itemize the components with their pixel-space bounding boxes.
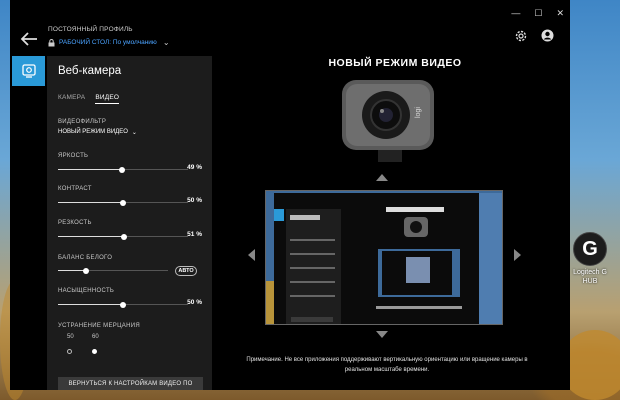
svg-text:logi: logi [415,107,422,118]
contrast-slider[interactable] [58,199,188,206]
slider-thumb[interactable] [121,233,128,240]
flicker-option-60-label: 60 [92,334,99,340]
rotate-right-arrow-icon[interactable] [514,249,521,261]
gear-icon[interactable] [514,29,528,43]
contrast-label: КОНТРАСТ [58,186,92,192]
rotate-down-arrow-icon[interactable] [376,331,388,338]
rail-item-webcam[interactable] [12,56,45,86]
white-balance-slider[interactable] [58,267,168,274]
left-rail [10,56,47,390]
window-controls: — ☐ ✕ [511,8,564,19]
tab-camera[interactable]: КАМЕРА [58,94,85,104]
brightness-label: ЯРКОСТЬ [58,153,89,159]
app-window: ПОСТОЯННЫЙ ПРОФИЛЬ РАБОЧИЙ СТОЛ: По умол… [10,0,570,390]
video-filter-value: НОВЫЙ РЕЖИМ ВИДЕО [58,129,128,135]
rotate-left-arrow-icon[interactable] [248,249,255,261]
tab-video[interactable]: ВИДЕО [95,94,120,104]
chevron-down-icon: ⌄ [162,38,170,47]
user-icon[interactable] [541,29,554,42]
ghub-logo-icon: G [573,232,607,266]
minimize-button[interactable]: — [511,8,520,19]
camera-preview [265,190,503,325]
video-filter-label: ВИДЕОФИЛЬТР [58,119,107,125]
profile-title: ПОСТОЯННЫЙ ПРОФИЛЬ [48,26,133,33]
flicker-label: УСТРАНЕНИЕ МЕРЦАНИЯ [58,323,140,329]
flicker-option-50-label: 50 [67,334,74,340]
reset-video-settings-button[interactable]: ВЕРНУТЬСЯ К НАСТРОЙКАМ ВИДЕО ПО [58,377,203,390]
sharpness-slider[interactable] [58,233,188,240]
profile-selector[interactable]: РАБОЧИЙ СТОЛ: По умолчанию ⌄ [48,38,170,47]
settings-panel: Веб-камера КАМЕРА ВИДЕО ВИДЕОФИЛЬТР НОВЫ… [47,56,212,390]
tab-bar: КАМЕРА ВИДЕО [58,94,120,104]
flicker-radio-50[interactable] [67,349,72,354]
maximize-button[interactable]: ☐ [534,8,542,19]
flicker-radio-60[interactable] [92,349,97,354]
slider-thumb[interactable] [120,301,126,308]
desktop-icon-label: Logitech G HUB [573,269,607,285]
webcam-image: logi [342,80,434,162]
contrast-value: 50 % [187,197,202,204]
slider-thumb[interactable] [82,267,89,274]
sharpness-value: 51 % [187,231,202,238]
chevron-down-icon: ⌄ [131,130,137,136]
video-filter-dropdown[interactable]: НОВЫЙ РЕЖИМ ВИДЕО ⌄ [58,129,137,136]
rotate-up-arrow-icon[interactable] [376,174,388,181]
slider-thumb[interactable] [120,199,126,206]
auto-white-balance-toggle[interactable]: АВТО [175,266,197,276]
title-bar: ПОСТОЯННЫЙ ПРОФИЛЬ РАБОЧИЙ СТОЛ: По умол… [10,0,570,56]
close-button[interactable]: ✕ [556,8,564,19]
saturation-value: 50 % [187,299,202,306]
brightness-value: 49 % [187,164,202,171]
orientation-note: Примечание. Не все приложения поддержива… [246,357,528,373]
profile-name: РАБОЧИЙ СТОЛ: По умолчанию [59,39,157,46]
desktop-icon-ghub[interactable]: G Logitech G HUB [572,232,608,286]
panel-title: Веб-камера [58,65,122,77]
preview-feed-image [266,191,502,324]
sharpness-label: РЕЗКОСТЬ [58,220,92,226]
brightness-slider[interactable] [58,166,188,173]
saturation-slider[interactable] [58,301,188,308]
saturation-label: НАСЫЩЕННОСТЬ [58,288,115,294]
webcam-icon [21,64,36,78]
lock-icon [48,38,55,46]
slider-thumb[interactable] [118,166,125,173]
main-title: НОВЫЙ РЕЖИМ ВИДЕО [328,57,462,69]
back-arrow-icon[interactable] [19,30,39,48]
white-balance-label: БАЛАНС БЕЛОГО [58,255,113,261]
